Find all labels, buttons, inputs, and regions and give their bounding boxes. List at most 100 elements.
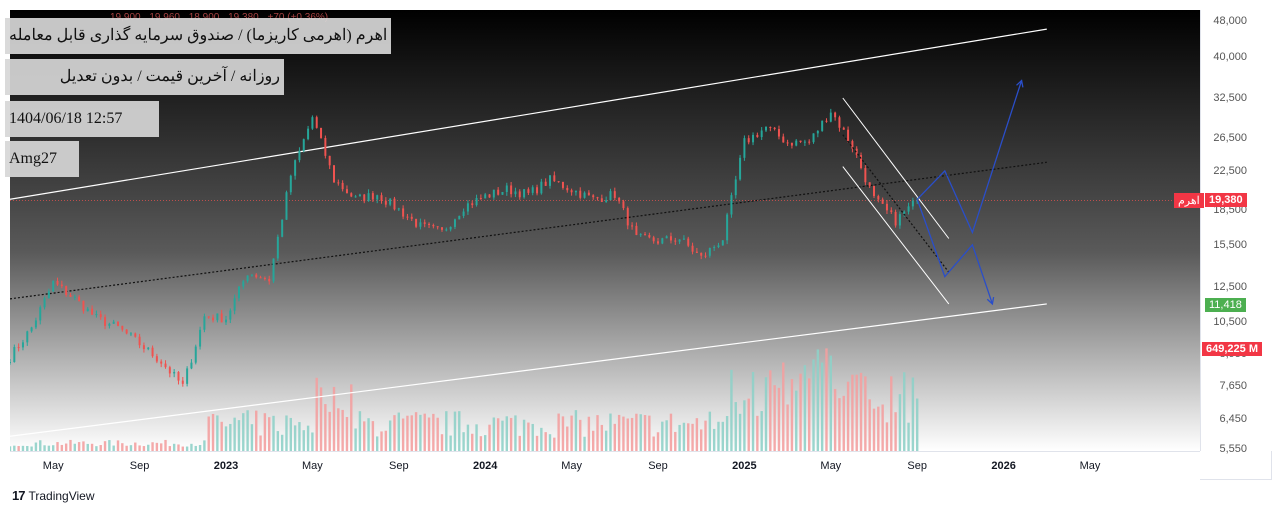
time-tick-label: 2023 (213, 460, 239, 472)
volume-bar (445, 411, 448, 451)
volume-bar (708, 411, 712, 451)
candle-body (890, 210, 893, 212)
volume-bar (643, 415, 647, 451)
volume-bar (242, 413, 245, 451)
candle-body (86, 308, 89, 312)
candle-body (402, 208, 405, 217)
volume-bar (907, 422, 910, 451)
volume-bar (363, 421, 366, 451)
volume-bar (453, 411, 457, 451)
candle-body (225, 319, 227, 323)
price-tick-label: 22,500 (1213, 164, 1247, 177)
candle-body (544, 181, 547, 186)
time-tick-label: Sep (129, 460, 150, 472)
volume-bar (436, 417, 439, 451)
volume-bar (540, 427, 543, 451)
candle-body (773, 127, 776, 130)
candle-body (220, 313, 223, 323)
volume-bar (306, 425, 310, 451)
volume-bar (838, 398, 841, 451)
forecast-path (916, 199, 994, 305)
volume-bar (682, 422, 686, 451)
candle-body (661, 238, 664, 244)
candle-body (242, 281, 245, 287)
candle-body (505, 185, 508, 192)
volume-bar (700, 429, 703, 451)
candle-body (466, 203, 469, 212)
candle-body (497, 189, 500, 195)
volume-bar (224, 426, 228, 451)
candle-body (302, 139, 305, 151)
candle-body (579, 190, 582, 198)
candle-body (333, 165, 335, 183)
candle-body (669, 236, 672, 241)
volume-tick-label: 5,550 (1219, 443, 1247, 455)
volume-bar (885, 422, 889, 451)
candle-body (441, 227, 443, 230)
candle-body (56, 280, 59, 285)
candle-body (121, 325, 124, 330)
volume-bar (535, 435, 539, 451)
candle-body (911, 200, 914, 207)
volume-bar (898, 394, 902, 451)
candle-body (263, 278, 266, 280)
volume-bar (881, 404, 884, 451)
volume-bar (471, 433, 474, 451)
volume-bar (674, 431, 677, 451)
time-axis[interactable]: May Sep 2023 May Sep 2024 May Sep 2025 May Sep 2026… (10, 451, 1200, 481)
volume-bar (833, 388, 837, 451)
volume-bar (695, 418, 699, 451)
volume-bar (829, 355, 832, 451)
last-price-badge: 19,380 (1205, 193, 1247, 207)
candle-body (531, 187, 534, 193)
candle-body (704, 255, 707, 257)
candle-body (43, 298, 46, 308)
candle-body (687, 238, 690, 246)
candle-body (320, 127, 323, 138)
candle-body (276, 236, 279, 259)
volume-bar (669, 413, 673, 451)
candle-body (30, 327, 33, 332)
volume-bar (315, 377, 318, 451)
candle-body (371, 193, 374, 200)
candle-body (574, 190, 577, 193)
volume-bar (799, 373, 802, 451)
candle-body (108, 323, 111, 326)
volume-bar (488, 424, 491, 451)
volume-bar (354, 428, 357, 451)
candle-body (626, 208, 629, 226)
volume-tick-label: 6,450 (1219, 413, 1247, 425)
tradingview-branding[interactable]: 17 TradingView (12, 488, 95, 503)
volume-bar (916, 398, 919, 451)
candle-body (436, 226, 439, 228)
candle-body (877, 196, 880, 200)
candle-body (177, 371, 180, 381)
volume-bar (725, 416, 729, 451)
candle-body (367, 193, 370, 202)
time-tick-label: May (561, 460, 582, 472)
candle-body (259, 277, 262, 279)
candle-body (307, 128, 310, 140)
candle-body (570, 190, 573, 193)
candle-body (117, 321, 119, 326)
volume-bar (717, 421, 720, 451)
volume-bar (108, 440, 111, 451)
volume-bar (160, 443, 163, 451)
volume-bar (903, 372, 906, 451)
volume-bar (82, 441, 85, 451)
candle-body (605, 200, 608, 202)
candle-body (17, 347, 20, 349)
price-axis[interactable]: 48,000 40,000 32,500 26,500 22,500 18,500 15,5… (1200, 10, 1273, 455)
volume-bar (449, 435, 452, 451)
volume-bar (782, 362, 785, 451)
candle-body (682, 238, 685, 240)
time-tick-label: Sep (907, 460, 927, 472)
candle-body (380, 195, 383, 201)
volume-bar (617, 414, 621, 451)
candle-body (881, 199, 884, 204)
volume-bar (531, 423, 534, 451)
volume-bar (712, 428, 716, 451)
volume-bar (350, 384, 353, 451)
volume-bar (479, 436, 483, 451)
candle-body (449, 226, 452, 230)
